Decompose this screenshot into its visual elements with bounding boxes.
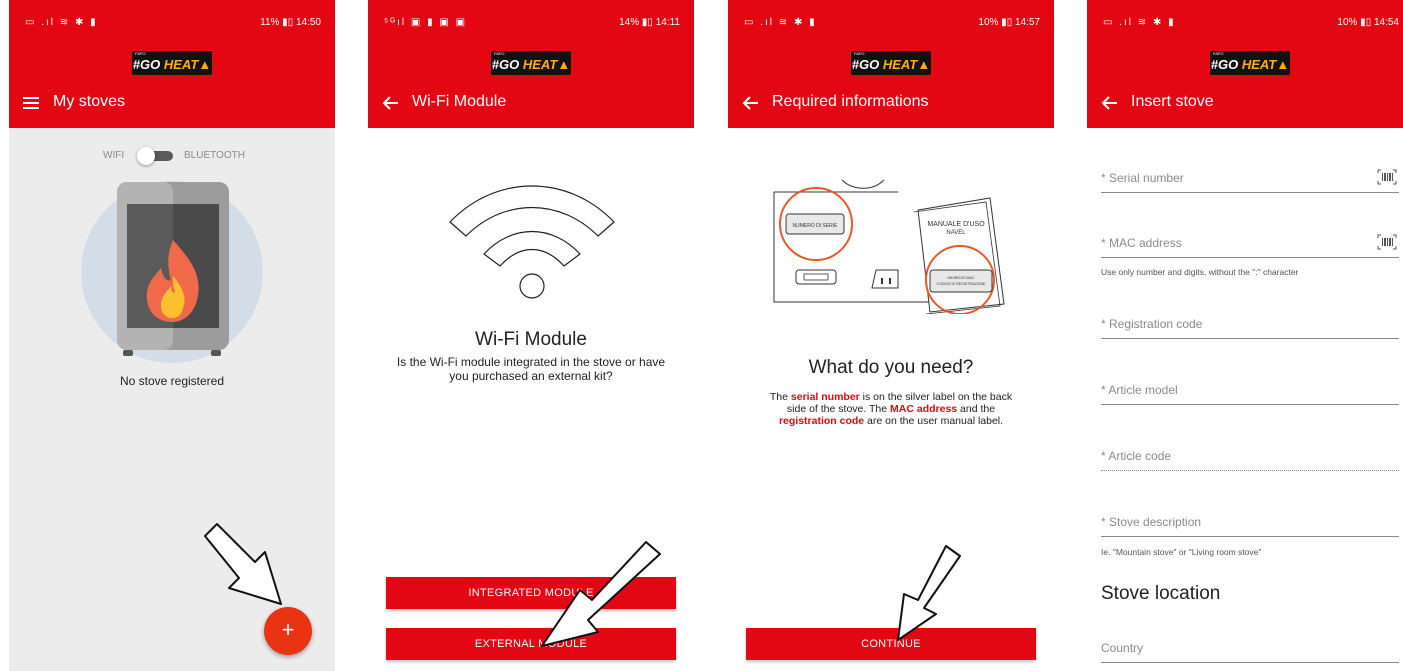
app-logo: FAFO #GO HEAT▲ bbox=[132, 51, 212, 75]
section-heading: Wi-Fi Module bbox=[475, 329, 587, 350]
article-model-field[interactable]: * Article model bbox=[1101, 375, 1399, 405]
label-location-illustration: NUMERO DI SERIE MANUALE D'USO NAVEL INDI… bbox=[773, 179, 1005, 314]
app-logo: FAFO #GO HEAT▲ bbox=[851, 51, 931, 75]
status-battery-time: 14% ▮▯ 14:11 bbox=[619, 17, 680, 28]
status-bar: ▭ .ıl ≋ ✱ ▮ 10% ▮▯ 14:57 bbox=[728, 0, 1054, 40]
registration-code-field[interactable]: * Registration code bbox=[1101, 309, 1399, 339]
wifi-icon bbox=[449, 185, 615, 299]
manual-title-text: MANUALE D'USO bbox=[927, 221, 985, 228]
back-arrow-icon[interactable] bbox=[380, 94, 402, 112]
status-bar: ▭ .ıl ≋ ✱ ▮ 10% ▮▯ 14:54 bbox=[1087, 0, 1403, 40]
stove-location-heading: Stove location bbox=[1101, 583, 1221, 604]
screen-my-stoves: ▭ .ıl ≋ ✱ ▮ 11% ▮▯ 14:50 FAFO #GO HEAT▲ … bbox=[9, 0, 335, 671]
page-title: My stoves bbox=[53, 93, 126, 110]
annotation-arrow-icon bbox=[897, 545, 961, 641]
section-heading: What do you need? bbox=[808, 357, 974, 378]
add-stove-button[interactable]: + bbox=[264, 607, 312, 655]
status-battery-time: 11% ▮▯ 14:50 bbox=[260, 17, 321, 28]
app-bar: FAFO #GO HEAT▲ Insert stove bbox=[1087, 40, 1403, 128]
app-bar: FAFO #GO HEAT▲ My stoves bbox=[9, 40, 335, 128]
stove-description-hint: Ie. "Mountain stove" or "Living room sto… bbox=[1101, 547, 1262, 557]
status-bar: ▭ .ıl ≋ ✱ ▮ 11% ▮▯ 14:50 bbox=[9, 0, 335, 40]
highlight-serial-number: serial number bbox=[790, 391, 860, 403]
wifi-label: WIFI bbox=[103, 150, 125, 161]
back-arrow-icon[interactable] bbox=[740, 94, 762, 112]
manual-label-mac-text: INDIRIZZO MAC bbox=[948, 276, 975, 280]
annotation-arrow-icon bbox=[541, 541, 661, 647]
mac-address-hint: Use only number and digits, without the … bbox=[1101, 267, 1299, 277]
status-battery-time: 10% ▮▯ 14:54 bbox=[1337, 17, 1399, 28]
stove-illustration bbox=[81, 181, 263, 363]
empty-state-text: No stove registered bbox=[119, 374, 225, 388]
barcode-scan-icon[interactable] bbox=[1377, 169, 1397, 185]
serial-label-text: NUMERO DI SERIE bbox=[792, 223, 838, 229]
screen-required-informations: ▭ .ıl ≋ ✱ ▮ 10% ▮▯ 14:57 FAFO #GO HEAT▲ … bbox=[728, 0, 1054, 671]
menu-icon[interactable] bbox=[21, 94, 43, 112]
back-arrow-icon[interactable] bbox=[1099, 94, 1121, 112]
country-field[interactable]: Country bbox=[1101, 633, 1399, 663]
status-icons: ▭ .ıl ≋ ✱ ▮ bbox=[1103, 17, 1176, 28]
manual-subtitle-text: NAVEL bbox=[946, 230, 966, 236]
status-battery-time: 10% ▮▯ 14:57 bbox=[978, 17, 1040, 28]
bluetooth-label: BLUETOOTH bbox=[184, 150, 245, 161]
app-bar: FAFO #GO HEAT▲ Required informations bbox=[728, 40, 1054, 128]
status-icons: ▭ .ıl ≋ ✱ ▮ bbox=[744, 17, 817, 28]
mac-address-field[interactable]: * MAC address bbox=[1101, 228, 1399, 258]
page-title: Wi-Fi Module bbox=[412, 93, 507, 110]
section-description: Is the Wi-Fi module integrated in the st… bbox=[396, 355, 666, 383]
connection-toggle-row: WIFI BLUETOOTH bbox=[9, 147, 335, 165]
page-title: Required informations bbox=[772, 93, 929, 110]
status-icons: ⁵ᴳıl ▣ ▮ ▣ ▣ bbox=[384, 17, 468, 28]
app-logo: FAFO #GO HEAT▲ bbox=[1210, 51, 1290, 75]
wifi-bluetooth-switch[interactable] bbox=[137, 147, 173, 165]
article-code-field[interactable]: * Article code bbox=[1101, 441, 1399, 471]
stove-description-field[interactable]: * Stove description bbox=[1101, 507, 1399, 537]
highlight-registration-code: registration code bbox=[778, 415, 865, 427]
page-title: Insert stove bbox=[1131, 93, 1214, 110]
screen-insert-stove: ▭ .ıl ≋ ✱ ▮ 10% ▮▯ 14:54 FAFO #GO HEAT▲ … bbox=[1087, 0, 1403, 671]
screen-wifi-module: ⁵ᴳıl ▣ ▮ ▣ ▣ 14% ▮▯ 14:11 FAFO #GO HEAT▲… bbox=[368, 0, 694, 671]
serial-number-field[interactable]: * Serial number bbox=[1101, 163, 1399, 193]
app-logo: FAFO #GO HEAT▲ bbox=[491, 51, 571, 75]
status-icons: ▭ .ıl ≋ ✱ ▮ bbox=[25, 17, 98, 28]
barcode-scan-icon[interactable] bbox=[1377, 234, 1397, 250]
status-bar: ⁵ᴳıl ▣ ▮ ▣ ▣ 14% ▮▯ 14:11 bbox=[368, 0, 694, 40]
section-description: The serial number is on the silver label… bbox=[769, 391, 1013, 427]
highlight-mac-address: MAC address bbox=[890, 403, 958, 415]
app-bar: FAFO #GO HEAT▲ Wi-Fi Module bbox=[368, 40, 694, 128]
annotation-arrow-icon bbox=[204, 523, 282, 605]
manual-label-code-text: CODICE DI REGISTRAZIONE bbox=[937, 282, 987, 286]
